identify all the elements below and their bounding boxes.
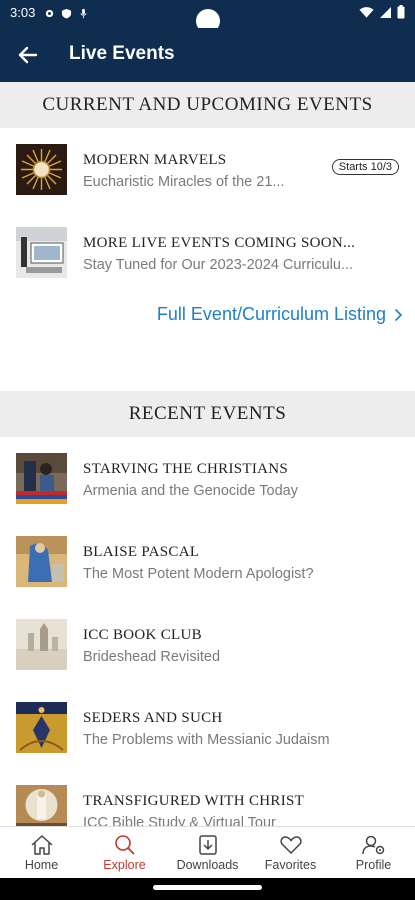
event-row[interactable]: ICC BOOK CLUB Brideshead Revisited xyxy=(0,603,415,686)
bottom-navigation: Home Explore Downloads Favorites Profile xyxy=(0,826,415,878)
search-icon xyxy=(114,835,135,855)
home-icon xyxy=(30,835,53,855)
gear-icon xyxy=(44,6,55,18)
signal-icon xyxy=(379,6,392,24)
chevron-right-icon xyxy=(394,308,403,321)
event-thumbnail xyxy=(16,702,67,753)
full-listing-label: Full Event/Curriculum Listing xyxy=(156,304,386,324)
heart-icon xyxy=(279,836,302,855)
event-title: BLAISE PASCAL xyxy=(83,544,200,560)
home-gesture-handle[interactable] xyxy=(153,885,262,890)
event-subtitle: The Problems with Messianic Judaism xyxy=(83,732,330,748)
event-subtitle: Armenia and the Genocide Today xyxy=(83,483,298,499)
event-subtitle: ICC Bible Study & Virtual Tour xyxy=(83,815,276,826)
nav-label: Profile xyxy=(355,858,392,872)
nav-label: Downloads xyxy=(176,858,239,872)
nav-label: Explore xyxy=(103,858,146,872)
event-thumbnail xyxy=(16,227,67,278)
wifi-icon xyxy=(359,6,374,24)
shield-icon xyxy=(61,6,72,19)
event-row[interactable]: TRANSFIGURED WITH CHRIST ICC Bible Study… xyxy=(0,769,415,826)
event-row[interactable]: MODERN MARVELS Eucharistic Miracles of t… xyxy=(0,128,415,211)
notification-icons xyxy=(44,6,89,19)
nav-favorites[interactable]: Favorites xyxy=(249,827,332,878)
arrow-left-icon xyxy=(18,46,38,64)
download-icon xyxy=(198,835,217,855)
status-bar: 3:03 xyxy=(0,0,415,33)
events-list[interactable]: CURRENT AND UPCOMING EVENTS MODERN MARVE… xyxy=(0,82,415,826)
page-title: Live Events xyxy=(69,43,175,64)
microphone-icon xyxy=(78,6,89,19)
back-button[interactable] xyxy=(12,39,44,71)
status-time: 3:03 xyxy=(10,5,36,20)
event-thumbnail xyxy=(16,144,67,195)
event-title: STARVING THE CHRISTIANS xyxy=(83,461,289,477)
event-title: TRANSFIGURED WITH CHRIST xyxy=(83,793,305,809)
nav-label: Favorites xyxy=(264,858,317,872)
section-header-recent: RECENT EVENTS xyxy=(0,391,415,437)
section-header-current: CURRENT AND UPCOMING EVENTS xyxy=(0,82,415,128)
nav-home[interactable]: Home xyxy=(0,827,83,878)
event-title: SEDERS AND SUCH xyxy=(83,710,223,726)
event-subtitle: Brideshead Revisited xyxy=(83,649,221,665)
start-date-badge: Starts 10/3 xyxy=(331,159,399,175)
event-subtitle: The Most Potent Modern Apologist? xyxy=(83,566,314,582)
event-title: MORE LIVE EVENTS COMING SOON... xyxy=(83,235,356,251)
event-title: MODERN MARVELS xyxy=(83,152,227,168)
system-icons xyxy=(359,5,405,24)
event-thumbnail xyxy=(16,619,67,670)
nav-profile[interactable]: Profile xyxy=(332,827,415,878)
full-listing-row: Full Event/Curriculum Listing xyxy=(0,294,415,344)
full-listing-link[interactable]: Full Event/Curriculum Listing xyxy=(157,304,403,325)
event-title: ICC BOOK CLUB xyxy=(83,627,202,643)
event-thumbnail xyxy=(16,536,67,587)
event-thumbnail xyxy=(16,785,67,826)
event-thumbnail xyxy=(16,453,67,504)
nav-explore[interactable]: Explore xyxy=(83,827,166,878)
gesture-bar xyxy=(0,878,415,900)
profile-settings-icon xyxy=(361,835,384,855)
app-header: Live Events xyxy=(0,28,415,82)
event-row[interactable]: STARVING THE CHRISTIANS Armenia and the … xyxy=(0,437,415,520)
event-subtitle: Stay Tuned for Our 2023-2024 Curriculu..… xyxy=(83,257,354,273)
event-row[interactable]: BLAISE PASCAL The Most Potent Modern Apo… xyxy=(0,520,415,603)
battery-icon xyxy=(397,5,405,24)
nav-label: Home xyxy=(24,858,59,872)
event-row[interactable]: SEDERS AND SUCH The Problems with Messia… xyxy=(0,686,415,769)
event-row[interactable]: MORE LIVE EVENTS COMING SOON... Stay Tun… xyxy=(0,211,415,294)
nav-downloads[interactable]: Downloads xyxy=(166,827,249,878)
event-subtitle: Eucharistic Miracles of the 21... xyxy=(83,174,285,190)
